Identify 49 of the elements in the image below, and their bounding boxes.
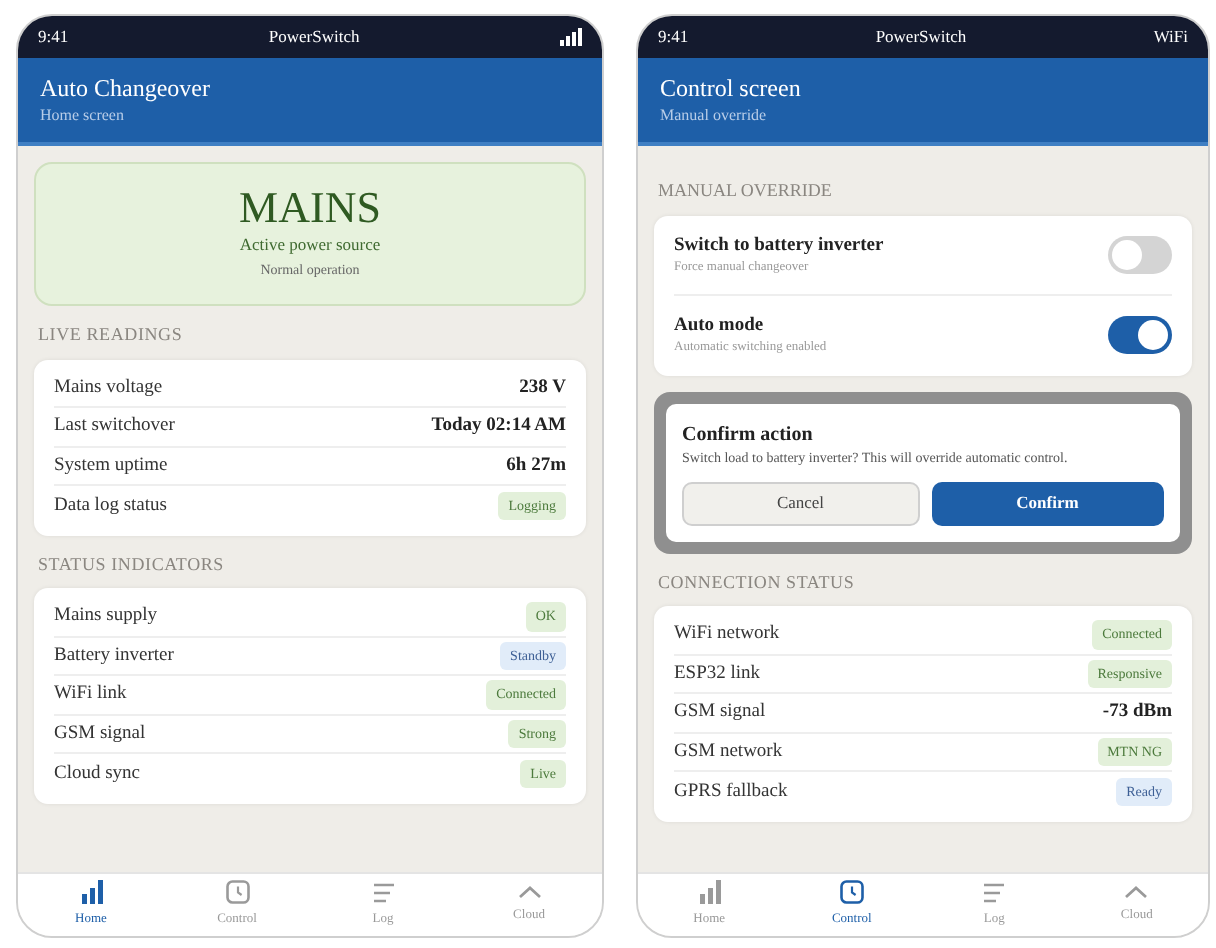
- section-heading: LIVE READINGS: [36, 322, 185, 348]
- screen-title: Auto Changeover: [40, 74, 212, 104]
- row-label: GPRS fallback: [674, 779, 788, 806]
- row-label: GSM signal: [54, 721, 146, 748]
- chevron-up-icon: [1124, 884, 1149, 901]
- status-time: 9:41: [38, 24, 69, 50]
- row-value: 238 V: [519, 375, 566, 402]
- app-name: PowerSwitch: [875, 24, 967, 50]
- screen-subtitle: Home screen: [40, 104, 126, 126]
- signal-icon: [560, 28, 582, 46]
- dialog-title: Confirm action: [682, 421, 815, 447]
- menu-icon: [982, 881, 1007, 904]
- row-label: Mains voltage: [54, 375, 163, 402]
- row-label: WiFi link: [54, 682, 127, 709]
- chevron-up-icon: [517, 884, 541, 901]
- toggle-switch[interactable]: [1108, 235, 1172, 273]
- wifi-label: WiFi: [1153, 24, 1188, 50]
- row-label: WiFi network: [674, 622, 780, 649]
- source-name: MAINS: [239, 184, 381, 232]
- confirm-button[interactable]: Confirm: [931, 481, 1164, 525]
- row-label: Last switchover: [54, 414, 175, 441]
- row-label: System uptime: [54, 453, 168, 480]
- row-value: 6h 27m: [506, 453, 566, 480]
- row-label: GSM network: [674, 739, 783, 766]
- clock-icon: [839, 880, 864, 905]
- section-heading: STATUS INDICATORS: [36, 551, 226, 577]
- bar-chart-icon: [79, 880, 103, 905]
- source-caption: Active power source: [239, 232, 381, 256]
- toggle-switch[interactable]: [1108, 316, 1172, 354]
- row-label: Cloud sync: [54, 761, 141, 788]
- row-label: Battery inverter: [54, 643, 174, 670]
- toggle-label: Switch to battery inverter: [674, 233, 884, 257]
- screen-title: Control screen: [660, 74, 803, 104]
- row-label: Data log status: [54, 493, 167, 520]
- section-heading: MANUAL OVERRIDE: [656, 178, 834, 204]
- bar-chart-icon: [697, 880, 722, 905]
- row-label: ESP32 link: [674, 661, 761, 688]
- row-label: Mains supply: [54, 604, 157, 631]
- screen-subtitle: Manual override: [660, 104, 769, 126]
- menu-icon: [371, 881, 395, 904]
- status-time: 9:41: [658, 24, 689, 50]
- clock-icon: [225, 880, 249, 905]
- toggle-label: Auto mode: [674, 314, 766, 338]
- section-heading: CONNECTION STATUS: [656, 569, 857, 595]
- row-value: -73 dBm: [1102, 700, 1172, 727]
- app-name: PowerSwitch: [268, 24, 360, 50]
- cancel-button[interactable]: Cancel: [682, 481, 919, 525]
- row-value: Today 02:14 AM: [431, 414, 566, 441]
- row-label: GSM signal: [674, 700, 766, 727]
